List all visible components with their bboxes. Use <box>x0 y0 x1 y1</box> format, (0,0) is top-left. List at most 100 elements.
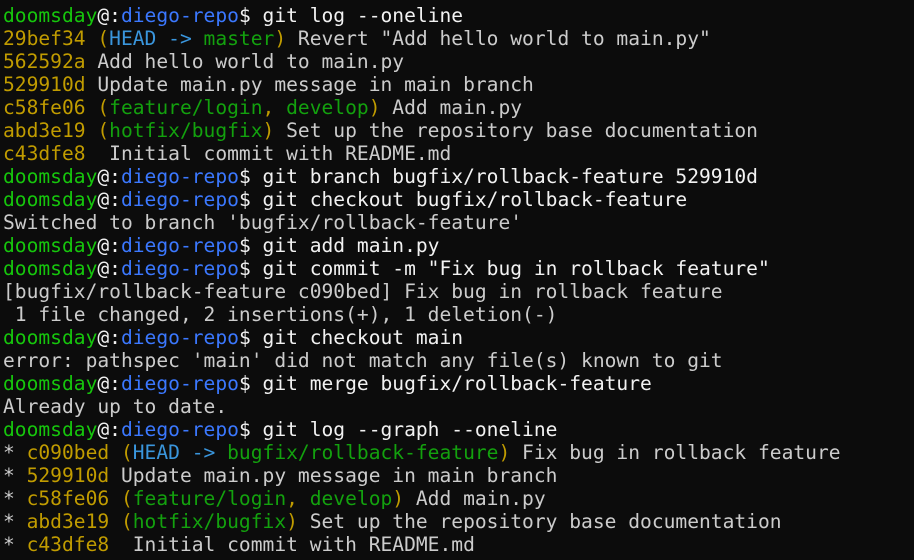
graph-marker: * <box>3 464 27 487</box>
commit-line: 29bef34 (HEAD -> master) Revert "Add hel… <box>3 27 914 50</box>
command-text: git log --graph --oneline <box>262 418 558 441</box>
ref-paren: ( <box>109 487 133 510</box>
prompt-separator: : <box>109 326 121 349</box>
ref-paren: ( <box>85 96 110 119</box>
prompt-user: doomsday <box>3 234 98 257</box>
prompt-path: diego-repo <box>120 165 239 188</box>
commit-message: Update main.py message in main branch <box>109 464 558 487</box>
branch-ref: develop <box>286 96 369 119</box>
ref-paren: , <box>286 487 310 510</box>
prompt-line: doomsday@:diego-repo$ git merge bugfix/r… <box>3 372 914 395</box>
commit-hash: c43dfe8 <box>26 533 110 556</box>
commit-line: 562592a Add hello world to main.py <box>3 50 914 73</box>
prompt-line: doomsday@:diego-repo$ git branch bugfix/… <box>3 165 914 188</box>
commit-message: Initial commit with README.md <box>85 142 452 165</box>
commit-message: Initial commit with README.md <box>109 533 475 556</box>
prompt-line: doomsday@:diego-repo$ git add main.py <box>3 234 914 257</box>
commit-line: abd3e19 (hotfix/bugfix) Set up the repos… <box>3 119 914 142</box>
ref-paren: ( <box>85 119 110 142</box>
prompt-path: diego-repo <box>120 4 239 27</box>
output-text: Already up to date. <box>3 395 228 418</box>
prompt-dollar: $ <box>238 4 263 27</box>
prompt-at: @ <box>97 372 110 395</box>
ref-paren: ) <box>262 119 275 142</box>
command-text: git add main.py <box>262 234 440 257</box>
commit-hash: c43dfe8 <box>3 142 86 165</box>
output-line: Switched to branch 'bugfix/rollback-feat… <box>3 211 914 234</box>
graph-marker: * <box>3 510 27 533</box>
prompt-user: doomsday <box>3 257 98 280</box>
prompt-separator: : <box>109 234 121 257</box>
commit-line: * abd3e19 (hotfix/bugfix) Set up the rep… <box>3 510 914 533</box>
commit-message: Set up the repository base documentation <box>274 119 758 142</box>
commit-line: * c43dfe8 Initial commit with README.md <box>3 533 914 556</box>
ref-paren: ) <box>274 27 287 50</box>
output-text: [bugfix/rollback-feature c090bed] Fix bu… <box>3 280 723 303</box>
branch-ref: master <box>203 27 275 50</box>
prompt-path: diego-repo <box>120 257 239 280</box>
prompt-user: doomsday <box>3 372 98 395</box>
output-text: error: pathspec 'main' did not match any… <box>3 349 723 372</box>
prompt-line: doomsday@:diego-repo$ git log --graph --… <box>3 418 914 441</box>
prompt-dollar: $ <box>238 418 263 441</box>
commit-hash: c58fe06 <box>3 96 86 119</box>
branch-ref: develop <box>309 487 393 510</box>
prompt-line: doomsday@:diego-repo$ git log --oneline <box>3 4 914 27</box>
ref-paren: , <box>262 96 287 119</box>
prompt-dollar: $ <box>238 372 263 395</box>
prompt-user: doomsday <box>3 188 98 211</box>
graph-marker: * <box>3 533 27 556</box>
prompt-at: @ <box>97 418 110 441</box>
prompt-path: diego-repo <box>120 188 239 211</box>
command-text: git checkout main <box>262 326 464 349</box>
prompt-dollar: $ <box>238 326 263 349</box>
commit-message: Revert "Add hello world to main.py" <box>286 27 711 50</box>
commit-hash: 29bef34 <box>3 27 86 50</box>
prompt-separator: : <box>109 4 121 27</box>
prompt-at: @ <box>97 188 110 211</box>
ref-paren: ) <box>286 510 298 533</box>
ref-paren: ( <box>109 510 133 533</box>
head-ref: HEAD -> <box>132 441 228 464</box>
prompt-line: doomsday@:diego-repo$ git commit -m "Fix… <box>3 257 914 280</box>
prompt-dollar: $ <box>238 257 263 280</box>
commit-hash: c58fe06 <box>26 487 110 510</box>
ref-paren: ) <box>368 96 381 119</box>
output-line: 1 file changed, 2 insertions(+), 1 delet… <box>3 303 914 326</box>
prompt-path: diego-repo <box>120 372 239 395</box>
prompt-dollar: $ <box>238 234 263 257</box>
commit-line: * 529910d Update main.py message in main… <box>3 464 914 487</box>
prompt-at: @ <box>97 257 110 280</box>
output-text: Switched to branch 'bugfix/rollback-feat… <box>3 211 523 234</box>
command-text: git log --oneline <box>262 4 464 27</box>
head-ref: HEAD -> <box>109 27 204 50</box>
commit-hash: abd3e19 <box>3 119 86 142</box>
output-line: error: pathspec 'main' did not match any… <box>3 349 914 372</box>
commit-line: * c090bed (HEAD -> bugfix/rollback-featu… <box>3 441 914 464</box>
commit-message: Add hello world to main.py <box>85 50 405 73</box>
prompt-at: @ <box>97 165 110 188</box>
prompt-separator: : <box>109 188 121 211</box>
prompt-at: @ <box>97 326 110 349</box>
prompt-at: @ <box>97 234 110 257</box>
prompt-path: diego-repo <box>120 418 239 441</box>
output-line: [bugfix/rollback-feature c090bed] Fix bu… <box>3 280 914 303</box>
prompt-path: diego-repo <box>120 234 239 257</box>
prompt-line: doomsday@:diego-repo$ git checkout main <box>3 326 914 349</box>
ref-paren: ) <box>392 487 405 510</box>
prompt-user: doomsday <box>3 326 98 349</box>
prompt-user: doomsday <box>3 418 98 441</box>
prompt-separator: : <box>109 165 121 188</box>
graph-marker: * <box>3 441 27 464</box>
commit-message: Set up the repository base documentation <box>297 510 782 533</box>
ref-paren: ( <box>85 27 110 50</box>
terminal-window[interactable]: doomsday@:diego-repo$ git log --oneline 2… <box>0 0 914 560</box>
commit-line: 529910d Update main.py message in main b… <box>3 73 914 96</box>
commit-line: c58fe06 (feature/login, develop) Add mai… <box>3 96 914 119</box>
command-text: git branch bugfix/rollback-feature 52991… <box>262 165 758 188</box>
commit-hash: c090bed <box>26 441 110 464</box>
branch-ref: bugfix/rollback-feature <box>227 441 499 464</box>
graph-marker: * <box>3 487 27 510</box>
commit-message: Fix bug in rollback feature <box>510 441 841 464</box>
prompt-user: doomsday <box>3 4 98 27</box>
